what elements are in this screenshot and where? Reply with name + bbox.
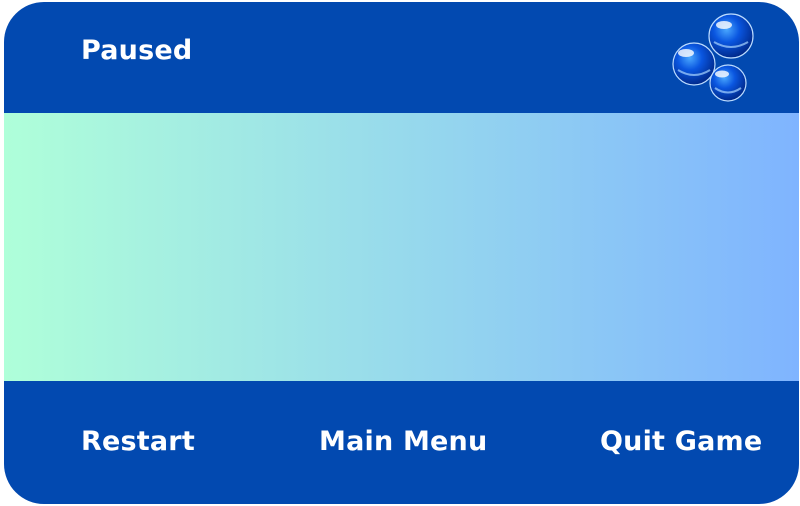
pause-menu-panel: Paused Restart Main Menu Quit Game [4, 2, 799, 504]
main-menu-button[interactable]: Main Menu [319, 426, 487, 457]
pause-menu-header: Paused [4, 2, 799, 113]
bubbles-icon [672, 13, 754, 102]
restart-button[interactable]: Restart [81, 426, 195, 457]
pause-menu-footer: Restart Main Menu Quit Game [4, 381, 799, 504]
pause-background-gradient [4, 113, 799, 381]
pause-title: Paused [81, 35, 193, 66]
quit-game-button[interactable]: Quit Game [600, 426, 762, 457]
